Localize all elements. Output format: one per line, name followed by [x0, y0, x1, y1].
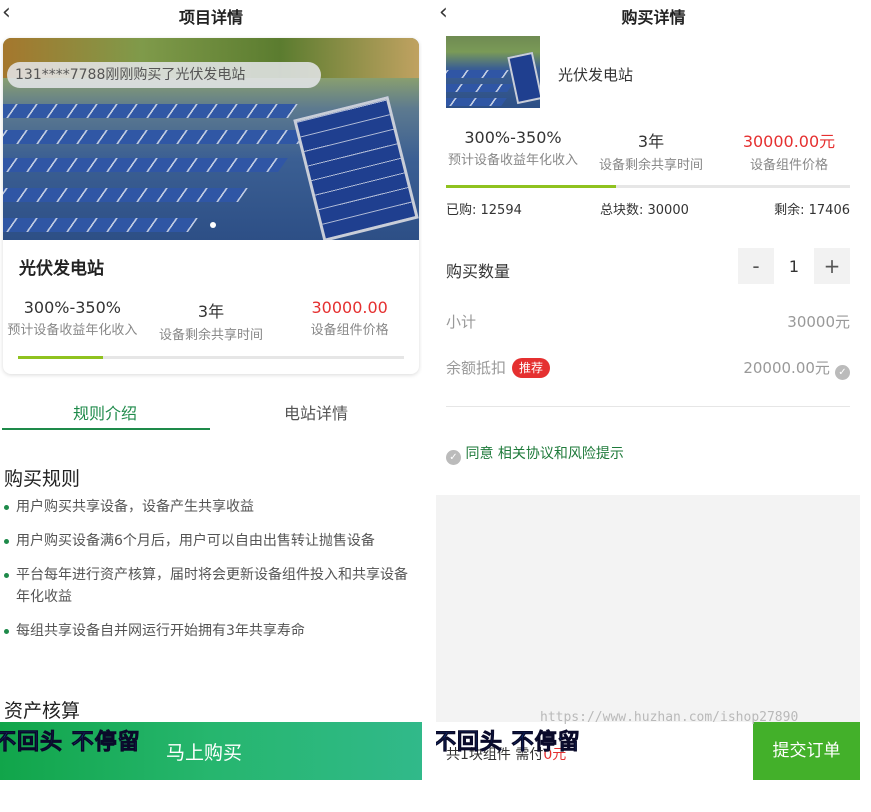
tab-rules[interactable]: 规则介绍: [0, 400, 210, 424]
list-item: 每组共享设备自并网运行开始拥有3年共享寿命: [4, 620, 420, 642]
banner-image[interactable]: 131****7788刚刚购买了光伏发电站: [3, 38, 419, 240]
product-stats: 300%-350% 预计设备收益年化收入 3年 设备剩余共享时间 30000.0…: [3, 298, 419, 343]
subtotal-value: 30000元: [787, 313, 850, 331]
stat-label: 设备组件价格: [310, 323, 389, 338]
solar-row: [3, 104, 298, 118]
page-title: 购买详情: [621, 8, 686, 27]
purchase-notice: 131****7788刚刚购买了光伏发电站: [7, 62, 321, 88]
stat-value: 3年: [637, 132, 665, 151]
active-tab-indicator: [2, 428, 210, 430]
product-name: 光伏发电站: [19, 259, 104, 279]
check-circle-icon[interactable]: ✓: [446, 450, 461, 465]
solar-row: [3, 188, 248, 202]
quantity-stepper: - 1 +: [738, 248, 850, 284]
stat-value: 30000.00: [311, 298, 388, 317]
list-item: 平台每年进行资产核算，届时将会更新设备组件投入和共享设备年化收益: [4, 564, 420, 608]
top-bar: ‹ 购买详情: [436, 0, 871, 30]
solar-row: [446, 70, 509, 78]
solar-row: [3, 218, 198, 232]
list-item: 用户购买设备满6个月后，用户可以自由出售转让抛售设备: [4, 530, 420, 552]
solar-panel-held: [293, 96, 419, 240]
divider: [446, 406, 850, 407]
empty-area: [436, 495, 860, 723]
stat-time: 3年 设备剩余共享时间: [142, 298, 281, 343]
stat-value: 300%-350%: [464, 128, 562, 147]
total-blocks-count: 总块数: 30000: [600, 203, 689, 218]
solar-row: [446, 84, 513, 92]
solar-row: [3, 158, 288, 172]
purchased-count: 已购: 12594: [446, 203, 522, 218]
solar-row: [446, 98, 507, 106]
watermark-text: https://www.huzhan.com/ishop27890: [540, 710, 799, 725]
solar-row: [3, 130, 308, 144]
panel-divider: [422, 0, 436, 812]
stat-price: 30000.00元 设备组件价格: [720, 128, 858, 173]
stat-label: 设备组件价格: [749, 158, 828, 173]
rules-heading: 购买规则: [4, 468, 81, 490]
detail-tabs: 规则介绍 电站详情: [0, 390, 422, 430]
page-title: 项目详情: [178, 8, 243, 27]
quantity-value[interactable]: 1: [774, 257, 814, 276]
stat-time: 3年 设备剩余共享时间: [582, 128, 720, 173]
stat-value: 3年: [197, 302, 225, 321]
top-bar: ‹ 项目详情: [0, 0, 422, 30]
list-item: 用户购买共享设备，设备产生共享收益: [4, 496, 420, 518]
rules-list: 用户购买共享设备，设备产生共享收益 用户购买设备满6个月后，用户可以自由出售转让…: [4, 496, 420, 654]
sales-progress-bar: [446, 185, 850, 188]
audit-heading: 资产核算: [4, 700, 81, 722]
subtotal-row: 小计 30000元: [446, 311, 850, 332]
balance-value: 20000.00元: [743, 359, 830, 377]
balance-label: 余额抵扣: [446, 359, 507, 377]
balance-row: 余额抵扣 推荐 20000.00元 ✓: [446, 357, 850, 380]
agreement-text[interactable]: 同意 相关协议和风险提示: [465, 446, 623, 462]
solar-panel-held: [507, 51, 540, 105]
remaining-count: 剩余: 17406: [774, 203, 850, 218]
balance-toggle[interactable]: 20000.00元 ✓: [743, 357, 850, 380]
tab-station-details[interactable]: 电站详情: [210, 400, 422, 424]
product-card: 131****7788刚刚购买了光伏发电站 光伏发电站 300%-350% 预计…: [3, 38, 419, 374]
quantity-label: 购买数量: [446, 262, 511, 281]
product-name: 光伏发电站: [558, 66, 634, 84]
stat-yield: 300%-350% 预计设备收益年化收入: [444, 128, 582, 173]
stat-value: 300%-350%: [23, 298, 121, 317]
stat-label: 预计设备收益年化收入: [7, 323, 138, 338]
product-thumbnail: [446, 36, 540, 108]
decrement-button[interactable]: -: [738, 248, 774, 284]
buy-now-button[interactable]: 马上购买: [166, 738, 242, 765]
stat-label: 设备剩余共享时间: [598, 158, 703, 173]
submit-order-button[interactable]: 提交订单: [753, 722, 860, 780]
subtotal-label: 小计: [446, 313, 477, 331]
check-circle-icon[interactable]: ✓: [835, 365, 850, 380]
increment-button[interactable]: +: [814, 248, 850, 284]
project-detail-screen: ‹ 项目详情 131****7788刚刚购买了光伏发电站 光伏发电站 300%-…: [0, 0, 422, 812]
stat-yield: 300%-350% 预计设备收益年化收入: [3, 298, 142, 343]
agreement-toggle[interactable]: ✓ 同意 相关协议和风险提示: [446, 443, 624, 465]
recommend-badge: 推荐: [512, 358, 551, 378]
purchase-detail-screen: ‹ 购买详情 光伏发电站 300%-350% 预计设备收益年化收入 3年 设备剩…: [436, 0, 871, 812]
sales-progress-bar: [18, 356, 404, 359]
progress-fill: [18, 356, 103, 359]
overlay-slogan: 不回头 不停留: [0, 730, 141, 756]
progress-fill: [446, 185, 616, 188]
overlay-slogan: 不回头 不停留: [436, 730, 581, 756]
stat-label: 预计设备收益年化收入: [447, 153, 578, 168]
stat-price: 30000.00 设备组件价格: [280, 298, 419, 343]
carousel-dot[interactable]: [210, 222, 216, 228]
product-stats: 300%-350% 预计设备收益年化收入 3年 设备剩余共享时间 30000.0…: [444, 128, 858, 173]
stat-label: 设备剩余共享时间: [159, 328, 264, 343]
stat-value: 30000.00元: [742, 132, 836, 151]
